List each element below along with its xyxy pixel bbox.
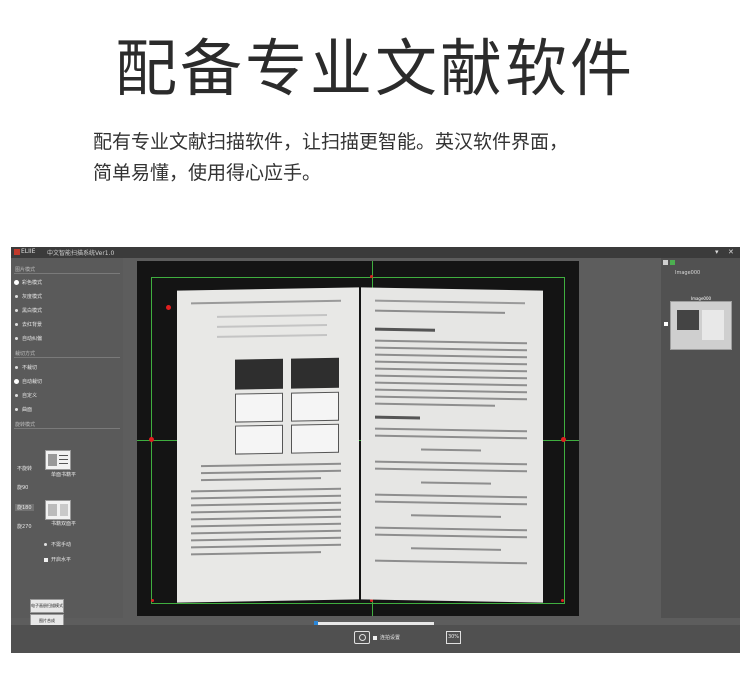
radio-label: 灰度模式 <box>22 294 43 300</box>
minimize-button[interactable]: ▾ <box>715 248 719 256</box>
image-list-header: Image000 <box>675 270 701 276</box>
scan-thumbnail[interactable]: Image000 <box>670 296 732 350</box>
corner-handle[interactable] <box>151 599 154 602</box>
figure-photo <box>291 357 339 389</box>
close-button[interactable]: ✕ <box>728 248 734 256</box>
radio-label: 黑白模式 <box>22 308 43 314</box>
radio-label: 彩色模式 <box>22 280 43 286</box>
checkbox-manual[interactable]: 不需手动 <box>44 541 71 548</box>
radio-dot-icon <box>15 281 18 284</box>
radio-dot-icon <box>15 366 18 369</box>
checkbox-icon <box>44 543 47 546</box>
radio-gray-mode[interactable]: 灰度模式 <box>15 293 42 300</box>
divider <box>14 428 120 429</box>
radio-label: 曲面 <box>22 407 33 413</box>
zoom-button[interactable]: 30% <box>446 631 461 644</box>
corner-handle[interactable] <box>561 437 566 442</box>
thumbnail-checkbox[interactable] <box>664 322 668 326</box>
title-bar: ELIIE 中文智能扫描系统Ver1.0 ▾ ✕ <box>11 247 740 258</box>
settings-sidebar: 图片模式 彩色模式 灰度模式 黑白模式 去红背景 自动纠偏 裁切方式 不裁切 自… <box>11 258 123 627</box>
scanner-app-window: ELIIE 中文智能扫描系统Ver1.0 ▾ ✕ 图片模式 彩色模式 灰度模式 … <box>11 247 740 653</box>
list-view-icon[interactable] <box>663 260 668 265</box>
brand-name: ELIIE <box>21 248 36 255</box>
description-line-1: 配有专业文献扫描软件，让扫描更智能。英汉软件界面， <box>93 131 569 153</box>
capture-double-page-icon[interactable] <box>45 500 71 520</box>
corner-handle[interactable] <box>561 599 564 602</box>
corner-handle[interactable] <box>370 275 373 278</box>
rotate-none[interactable]: 不旋转 <box>17 465 32 472</box>
window-title: 中文智能扫描系统Ver1.0 <box>47 250 115 257</box>
image-list-panel: Image000 Image000 <box>661 258 740 618</box>
radio-label: 自动纠偏 <box>22 336 43 342</box>
description-line-2: 简单易懂，使用得心应手。 <box>93 162 322 184</box>
radio-bw-mode[interactable]: 黑白模式 <box>15 307 42 314</box>
thumbnail-label: Image000 <box>690 296 712 301</box>
rotate-title: 旋转模式 <box>15 422 36 428</box>
auto-capture-label: 连拍设置 <box>380 635 401 641</box>
figure-curve <box>235 424 283 455</box>
checkbox-level[interactable]: 开启水平 <box>44 556 71 563</box>
radio-label: 去红背景 <box>22 322 43 328</box>
radio-label: 自动裁切 <box>22 379 43 385</box>
grid-view-icon[interactable] <box>670 260 675 265</box>
radio-dot-icon <box>15 394 18 397</box>
radio-dot-icon <box>15 337 18 340</box>
camera-capture-icon[interactable] <box>354 631 370 644</box>
page-description: 配有专业文献扫描软件，让扫描更智能。英汉软件界面， 简单易懂，使用得心应手。 <box>93 127 693 189</box>
radio-auto-crop[interactable]: 自动裁切 <box>15 378 42 385</box>
crop-title: 裁切方式 <box>15 351 36 357</box>
radio-dot-icon <box>15 295 18 298</box>
rotate-270[interactable]: 旋270 <box>17 523 32 530</box>
radio-red-removal[interactable]: 去红背景 <box>15 321 42 328</box>
book-right-page <box>361 287 543 603</box>
figure-histogram <box>291 391 339 422</box>
divider <box>14 273 120 274</box>
corner-handle[interactable] <box>149 437 154 442</box>
figure-histogram <box>235 392 283 423</box>
radio-dot-icon <box>15 309 18 312</box>
corner-handle[interactable] <box>166 305 171 310</box>
scan-preview[interactable] <box>137 261 579 616</box>
rotate-90[interactable]: 旋90 <box>17 484 28 491</box>
radio-dot-icon <box>15 380 18 383</box>
checkbox-icon <box>373 635 377 640</box>
radio-custom-crop[interactable]: 自定义 <box>15 392 37 399</box>
rotate-180[interactable]: 旋180 <box>15 504 34 511</box>
radio-dot-icon <box>15 323 18 326</box>
radio-color-mode[interactable]: 彩色模式 <box>15 279 42 286</box>
color-mode-title: 图片模式 <box>15 267 36 273</box>
book-left-page <box>177 287 359 603</box>
checkbox-label: 不需手动 <box>51 542 72 548</box>
figure-curve <box>291 423 339 454</box>
capture-single-page-icon[interactable] <box>45 450 71 470</box>
radio-dot-icon <box>15 408 18 411</box>
auto-capture-checkbox[interactable]: 连拍设置 <box>373 634 400 641</box>
radio-auto-deskew[interactable]: 自动纠偏 <box>15 335 42 342</box>
brand-logo-icon <box>14 249 20 255</box>
radio-label: 自定义 <box>22 393 38 399</box>
page-headline: 配备专业文献软件 <box>114 32 635 105</box>
divider <box>14 357 120 358</box>
radio-label: 不裁切 <box>22 365 38 371</box>
ebook-scan-mode-button[interactable]: 电子画册扫描模式 <box>30 599 64 613</box>
capture-double-label: 书籍双面平 <box>51 521 77 527</box>
radio-no-crop[interactable]: 不裁切 <box>15 364 37 371</box>
capture-single-label: 单面书籍平 <box>51 472 77 478</box>
checkbox-label: 开启水平 <box>51 557 72 563</box>
radio-curved-crop[interactable]: 曲面 <box>15 406 32 413</box>
checkbox-icon <box>44 557 48 562</box>
figure-photo <box>235 358 283 390</box>
scanned-book-image <box>177 287 543 603</box>
